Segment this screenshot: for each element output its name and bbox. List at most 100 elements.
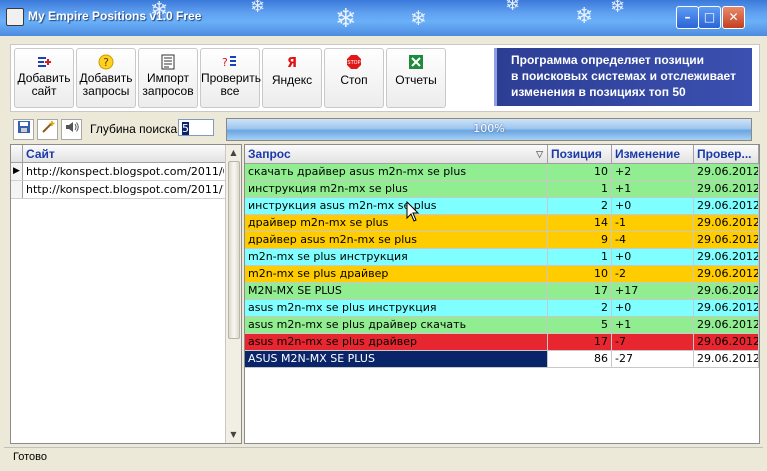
progress-text: 100% (473, 122, 505, 135)
checked-cell: 29.06.2012 ( (694, 232, 759, 249)
checked-cell: 29.06.2012 ( (694, 164, 759, 181)
snowflake-decoration: ❄ (335, 4, 357, 34)
sites-panel: Сайт ▶ http://konspect.blogspot.com/2011… (10, 144, 242, 444)
change-cell: +2 (612, 164, 694, 181)
table-row[interactable]: инструкция asus m2n-mx se plus 2 +0 29.06.2… (245, 198, 759, 215)
svg-text:STOP: STOP (347, 60, 360, 66)
site-url: http://konspect.blogspot.com/2011/10/c (26, 183, 224, 196)
wand-icon[interactable] (37, 119, 58, 140)
table-row[interactable]: asus m2n-mx se plus инструкция 2 +0 29.06.2… (245, 300, 759, 317)
query-cell: asus m2n-mx se plus драйвер (245, 334, 548, 351)
table-row[interactable]: скачать драйвер asus m2n-mx se plus 10 +2 2… (245, 164, 759, 181)
query-cell: m2n-mx se plus инструкция (245, 249, 548, 266)
info-banner: Программа определяет позиции в поисковых… (494, 48, 752, 106)
depth-input[interactable]: 5 (178, 119, 214, 136)
sound-icon[interactable] (61, 119, 82, 140)
checked-cell: 29.06.2012 ( (694, 215, 759, 232)
svg-text:?: ? (222, 56, 228, 69)
table-row[interactable]: драйвер asus m2n-mx se plus 9 -4 29.06.2012… (245, 232, 759, 249)
import-queries-button[interactable]: Импорт запросов (138, 48, 198, 108)
queries-header: Запрос ▽ Позиция Изменение Провер... (245, 145, 759, 164)
add-queries-button[interactable]: ? Добавить запросы (76, 48, 136, 108)
maximize-button[interactable]: □ (698, 6, 721, 29)
site-row[interactable]: ▶ http://konspect.blogspot.com/2011/09/a (11, 163, 225, 181)
position-cell: 17 (548, 334, 612, 351)
title-bar[interactable]: ❄ ❄ ❄ ❄ ❄ ❄ ❄ My Empire Positions v1.0 F… (0, 0, 767, 36)
banner-line: Программа определяет позиции (511, 53, 705, 67)
change-cell: -1 (612, 215, 694, 232)
query-cell: скачать драйвер asus m2n-mx se plus (245, 164, 548, 181)
sites-header: Сайт (11, 145, 225, 163)
query-cell: ASUS M2N-MX SE PLUS (245, 351, 548, 368)
query-cell: asus m2n-mx se plus инструкция (245, 300, 548, 317)
table-row[interactable]: драйвер m2n-mx se plus14-129.06.2012 ( (245, 215, 759, 232)
status-text: Готово (13, 451, 47, 463)
close-button[interactable]: ✕ (722, 6, 745, 29)
app-window: ❄ ❄ ❄ ❄ ❄ ❄ ❄ My Empire Positions v1.0 F… (0, 0, 767, 471)
column-header-change[interactable]: Изменение (612, 145, 694, 163)
column-header-query[interactable]: Запрос ▽ (245, 145, 548, 163)
yandex-button[interactable]: Я Яндекс (262, 48, 322, 108)
yandex-icon: Я (284, 54, 300, 71)
stop-button[interactable]: STOP Стоп (324, 48, 384, 108)
banner-line: изменения в позициях топ 50 (511, 85, 686, 99)
table-row[interactable]: m2n-mx se plus драйвер10-229.06.2012 ( (245, 266, 759, 283)
position-cell: 9 (548, 232, 612, 249)
checked-cell: 29.06.2012 ( (694, 198, 759, 215)
queries-table: Запрос ▽ Позиция Изменение Провер... скач… (244, 144, 760, 444)
add-site-icon (36, 54, 52, 70)
site-row[interactable]: http://konspect.blogspot.com/2011/10/c (11, 181, 225, 199)
add-site-button[interactable]: Добавить сайт (14, 48, 74, 108)
table-row[interactable]: asus m2n-mx se plus драйвер 17 -7 29.06.201… (245, 334, 759, 351)
column-header-checked[interactable]: Провер... (694, 145, 759, 163)
checked-cell: 29.06.2012 ( (694, 181, 759, 198)
table-row[interactable]: инструкция m2n-mx se plus1+129.06.2012 ( (245, 181, 759, 198)
check-all-icon: ? (222, 54, 238, 70)
query-cell: M2N-MX SE PLUS (245, 283, 548, 300)
depth-label: Глубина поиска (90, 122, 178, 136)
position-cell: 10 (548, 266, 612, 283)
query-cell: инструкция asus m2n-mx se plus (245, 198, 548, 215)
save-icon[interactable] (13, 119, 34, 140)
query-cell: asus m2n-mx se plus драйвер скачать (245, 317, 548, 334)
snowflake-decoration: ❄ (575, 4, 594, 29)
change-cell: +1 (612, 317, 694, 334)
position-cell: 10 (548, 164, 612, 181)
position-cell: 14 (548, 215, 612, 232)
import-icon (160, 54, 176, 70)
query-cell: инструкция m2n-mx se plus (245, 181, 548, 198)
svg-text:Я: Я (287, 56, 297, 70)
change-cell: +1 (612, 181, 694, 198)
checked-cell: 29.06.2012 ( (694, 300, 759, 317)
scroll-thumb[interactable] (228, 161, 240, 339)
question-icon: ? (98, 54, 114, 70)
status-bar: Готово (4, 447, 763, 468)
column-header-position[interactable]: Позиция (548, 145, 612, 163)
table-row[interactable]: m2n-mx se plus инструкция1+029.06.2012 ( (245, 249, 759, 266)
table-row[interactable]: M2N-MX SE PLUS17+1729.06.2012 ( (245, 283, 759, 300)
change-cell: +17 (612, 283, 694, 300)
change-cell: +0 (612, 300, 694, 317)
change-cell: -2 (612, 266, 694, 283)
position-cell: 86 (548, 351, 612, 368)
minimize-button[interactable]: – (676, 6, 699, 29)
scroll-down-icon[interactable]: ▼ (228, 429, 239, 441)
site-url: http://konspect.blogspot.com/2011/09/a (26, 165, 224, 178)
sites-scrollbar[interactable]: ▲ ▼ (225, 145, 241, 443)
change-cell: +0 (612, 198, 694, 215)
mouse-cursor-icon (406, 201, 420, 222)
stop-icon: STOP (346, 54, 362, 70)
window-title: My Empire Positions v1.0 Free (28, 9, 202, 23)
progress-bar: 100% (226, 118, 752, 141)
table-row[interactable]: asus m2n-mx se plus драйвер скачать 5 +1 29… (245, 317, 759, 334)
scroll-up-icon[interactable]: ▲ (228, 147, 239, 159)
table-row[interactable]: ASUS M2N-MX SE PLUS86-2729.06.2012 ( (245, 351, 759, 368)
options-row: Глубина поиска 5 100% (10, 116, 758, 142)
reports-button[interactable]: Отчеты (386, 48, 446, 108)
sites-column-header[interactable]: Сайт (26, 147, 55, 161)
snowflake-decoration: ❄ (410, 6, 427, 30)
sort-icon: ▽ (536, 149, 543, 159)
position-cell: 2 (548, 198, 612, 215)
toolbar: Добавить сайт ? Добавить запросы Импорт … (10, 44, 760, 112)
check-all-button[interactable]: ? Проверить все (200, 48, 261, 108)
